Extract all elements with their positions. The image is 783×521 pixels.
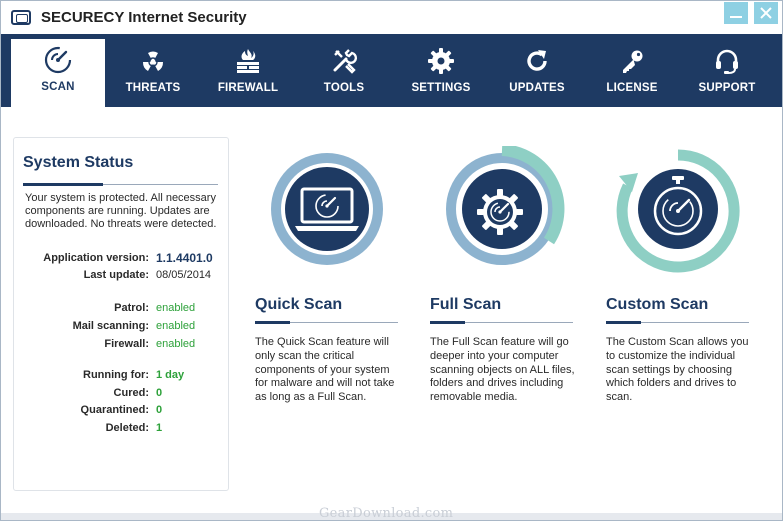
quick-scan-title[interactable]: Quick Scan — [255, 296, 342, 314]
main-nav: SCAN THREATS FIREWALL TOOLS SETTINGS UPD… — [1, 34, 782, 107]
status-description: Your system is protected. All necessary … — [25, 192, 217, 230]
tab-settings-label: SETTINGS — [411, 82, 471, 94]
tab-threats-label: THREATS — [125, 82, 181, 94]
full-scan-description: The Full Scan feature will go deeper int… — [430, 336, 575, 404]
tab-support[interactable]: SUPPORT — [680, 40, 774, 107]
close-icon — [760, 7, 772, 19]
app-version-value: 1.1.4401.0 — [156, 251, 213, 265]
firewall-label: Firewall: — [104, 338, 149, 350]
radiation-icon — [142, 51, 164, 71]
full-scan-title[interactable]: Full Scan — [430, 296, 501, 314]
close-button[interactable] — [754, 2, 778, 24]
tab-support-label: SUPPORT — [698, 82, 756, 94]
tab-scan[interactable]: SCAN — [11, 39, 105, 107]
mail-scanning-label: Mail scanning: — [72, 320, 149, 332]
tab-tools-label: TOOLS — [323, 82, 365, 94]
custom-scan-description: The Custom Scan allows you to customize … — [606, 336, 749, 404]
app-title: SECURECY Internet Security — [41, 9, 247, 26]
tab-updates-label: UPDATES — [509, 82, 565, 94]
quick-scan-button[interactable] — [255, 146, 415, 276]
tab-scan-label: SCAN — [41, 81, 75, 93]
minimize-icon — [730, 16, 742, 18]
running-for-label: Running for: — [83, 369, 149, 381]
key-icon — [623, 50, 643, 73]
tab-settings[interactable]: SETTINGS — [394, 40, 488, 107]
radar-icon — [44, 46, 72, 74]
tab-threats[interactable]: THREATS — [106, 40, 200, 107]
tools-icon — [333, 49, 358, 74]
running-for-value: 1 day — [156, 369, 185, 381]
cured-label: Cured: — [113, 387, 149, 399]
full-scan-button[interactable] — [430, 144, 590, 276]
title-bar: SECURECY Internet Security — [1, 1, 782, 34]
laptop-radar-icon — [271, 153, 383, 265]
monitor-icon — [11, 10, 31, 25]
divider-accent — [430, 321, 465, 324]
last-update-value: 08/05/2014 — [156, 269, 212, 281]
firewall-value: enabled — [156, 338, 196, 350]
tab-tools[interactable]: TOOLS — [297, 40, 391, 107]
mail-scanning-value: enabled — [156, 320, 196, 332]
tab-firewall-label: FIREWALL — [217, 82, 279, 94]
quarantined-value: 0 — [156, 404, 163, 416]
divider-accent — [255, 321, 290, 324]
tab-license-label: LICENSE — [606, 82, 658, 94]
system-status-panel: System Status Your system is protected. … — [13, 137, 229, 491]
deleted-value: 1 — [156, 422, 163, 434]
refresh-icon — [527, 50, 547, 71]
system-status-title: System Status — [23, 154, 134, 171]
app-window: SECURECY Internet Security SCAN THREATS … — [0, 0, 783, 521]
quick-scan-card[interactable]: Quick Scan The Quick Scan feature will o… — [255, 146, 415, 416]
tab-updates[interactable]: UPDATES — [490, 40, 584, 107]
full-scan-card[interactable]: Full Scan The Full Scan feature will go … — [430, 144, 590, 416]
custom-scan-title[interactable]: Custom Scan — [606, 296, 708, 314]
custom-scan-button[interactable] — [606, 146, 766, 276]
custom-scan-card[interactable]: Custom Scan The Custom Scan allows you t… — [606, 146, 766, 416]
stopwatch-radar-icon — [616, 149, 740, 273]
patrol-label: Patrol: — [114, 302, 149, 314]
tab-license[interactable]: LICENSE — [585, 40, 679, 107]
minimize-button[interactable] — [724, 2, 748, 24]
gear-icon — [428, 48, 454, 74]
cured-value: 0 — [156, 387, 163, 399]
watermark: GearDownload.com — [319, 506, 454, 521]
app-version-label: Application version: — [43, 252, 149, 264]
quarantined-label: Quarantined: — [80, 404, 149, 416]
divider-accent — [606, 321, 641, 324]
headset-icon — [716, 49, 738, 74]
quick-scan-description: The Quick Scan feature will only scan th… — [255, 336, 395, 404]
firewall-icon — [237, 49, 259, 73]
tab-firewall[interactable]: FIREWALL — [201, 40, 295, 107]
gear-radar-icon — [446, 144, 565, 265]
divider-accent — [23, 183, 103, 186]
last-update-label: Last update: — [83, 269, 149, 281]
deleted-label: Deleted: — [105, 422, 149, 434]
patrol-value: enabled — [156, 302, 196, 314]
